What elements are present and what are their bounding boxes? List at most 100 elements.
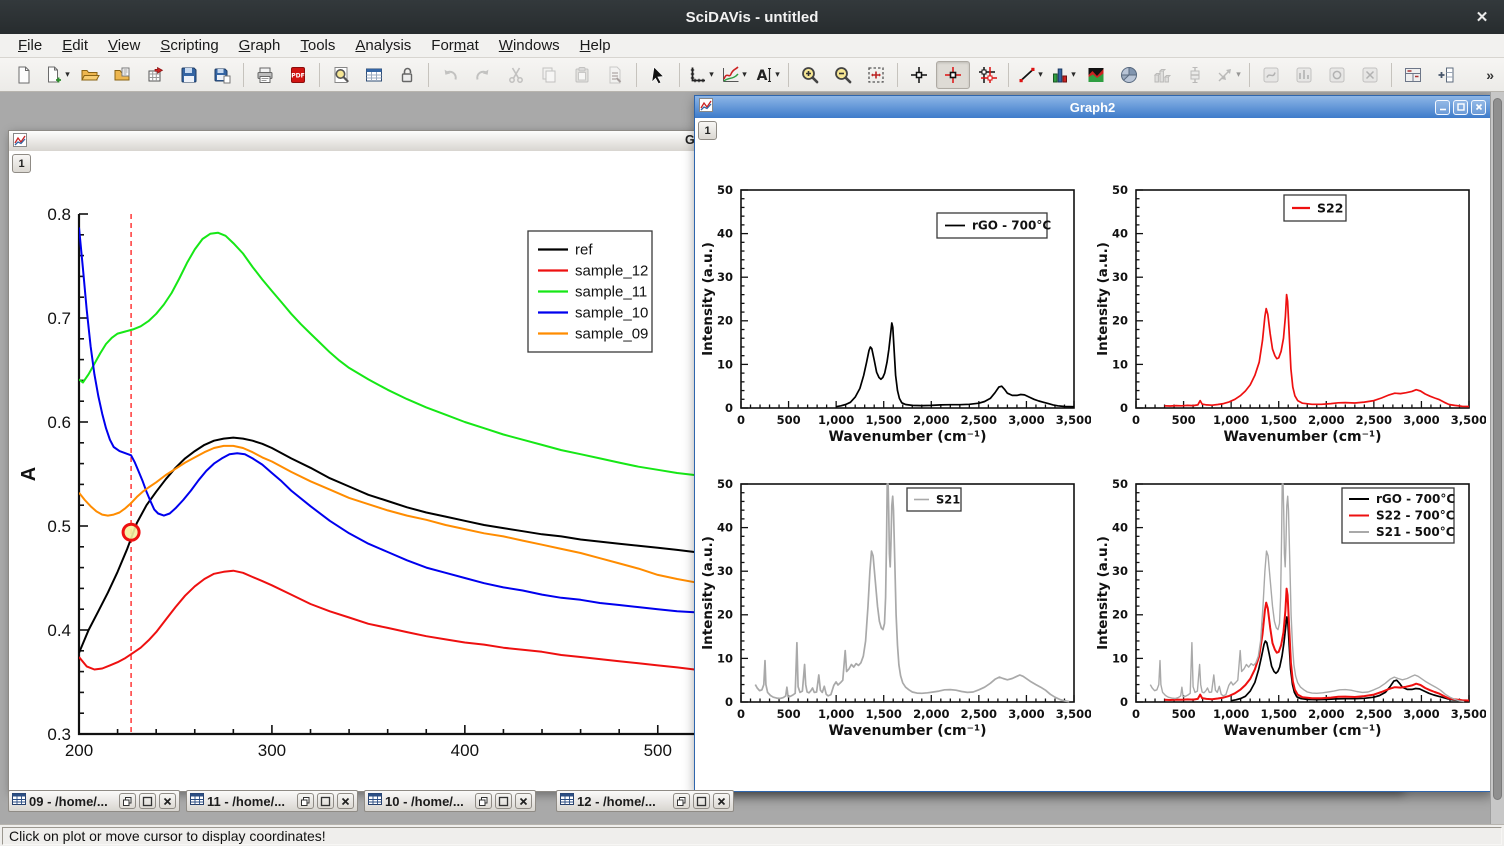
fit-function-button[interactable] (1321, 61, 1353, 89)
curve-style-button[interactable]: ▾ (718, 61, 750, 89)
legend[interactable]: S21 (907, 488, 961, 511)
draw-line-button[interactable]: ▾ (1014, 61, 1046, 89)
menu-view[interactable]: View (98, 35, 150, 56)
restore-button[interactable] (119, 793, 136, 809)
menu-graph[interactable]: Graph (229, 35, 291, 56)
restore-button[interactable] (475, 793, 492, 809)
plot-box-button[interactable] (1179, 61, 1211, 89)
rescale-to-show-all-button[interactable] (860, 61, 892, 89)
close-button[interactable] (337, 793, 354, 809)
close-button[interactable] (713, 793, 730, 809)
plot-3d-bars-button[interactable] (1146, 61, 1178, 89)
curve-ref[interactable] (79, 438, 694, 653)
curve-sample-09[interactable] (79, 446, 694, 582)
raman-plot-s22[interactable]: 05001,0001,5002,0002,5003,0003,500010203… (1096, 153, 1486, 453)
menu-tools[interactable]: Tools (290, 35, 345, 56)
graph1-layer-button[interactable]: 1 (12, 154, 31, 173)
open-template-button[interactable] (107, 61, 139, 89)
curve-s22[interactable] (1165, 295, 1470, 407)
zoom-in-button[interactable] (794, 61, 826, 89)
menu-scripting[interactable]: Scripting (150, 35, 228, 56)
close-button[interactable] (515, 793, 532, 809)
close-button[interactable] (1471, 100, 1486, 115)
curve-s21[interactable] (755, 484, 1069, 702)
add-column-button[interactable] (1430, 61, 1462, 89)
arrange-layers-button[interactable] (1397, 61, 1429, 89)
raman-plot-rgo[interactable]: 05001,0001,5002,0002,5003,0003,500010203… (701, 153, 1091, 453)
menu-analysis[interactable]: Analysis (345, 35, 421, 56)
duplicate-window-button[interactable] (358, 61, 390, 89)
maximize-button[interactable] (1453, 100, 1468, 115)
copy-selection-button[interactable] (533, 61, 565, 89)
save-template-button[interactable] (206, 61, 238, 89)
add-text-button[interactable]: A▾ (751, 61, 783, 89)
legend-label: sample_09 (575, 326, 648, 343)
data-reader-button[interactable] (936, 61, 970, 89)
maximize-button[interactable] (317, 793, 334, 809)
menu-help[interactable]: Help (570, 35, 621, 56)
save-project-button[interactable] (173, 61, 205, 89)
print-button[interactable] (249, 61, 281, 89)
toolbar-separator (1008, 63, 1009, 87)
new-window-button[interactable]: ▾ (41, 61, 73, 89)
menu-file[interactable]: File (8, 35, 52, 56)
maximize-button[interactable] (139, 793, 156, 809)
export-pdf-button[interactable]: PDF (282, 61, 314, 89)
minimized-window-1[interactable]: 09 - /home/... (8, 790, 180, 812)
uvvis-plot[interactable]: 2003004005000.30.40.50.60.70.8Arefsample… (9, 151, 695, 791)
minimized-window-4[interactable]: 12 - /home/... (556, 790, 734, 812)
find-window-button[interactable] (325, 61, 357, 89)
toolbar-overflow-button[interactable]: » (1486, 67, 1496, 83)
interpolate-button[interactable] (1255, 61, 1287, 89)
curve-rgo-700-c[interactable] (836, 323, 1074, 407)
menu-edit[interactable]: Edit (52, 35, 98, 56)
lock-toolbars-button[interactable] (391, 61, 423, 89)
curve-rgo-700-c[interactable] (1231, 617, 1469, 701)
plot-pie-button[interactable] (1113, 61, 1145, 89)
close-button[interactable] (159, 793, 176, 809)
menu-windows[interactable]: Windows (489, 35, 570, 56)
window-close-icon[interactable]: ✕ (1472, 7, 1492, 27)
correlate-button[interactable] (1354, 61, 1386, 89)
import-ascii-button[interactable] (140, 61, 172, 89)
raman-plot-s21[interactable]: 05001,0001,5002,0002,5003,0003,500010203… (701, 447, 1091, 747)
plot-area-button[interactable] (1080, 61, 1112, 89)
undo-button[interactable] (434, 61, 466, 89)
legend[interactable]: rGO - 700°C (937, 213, 1051, 238)
curve-sample-12[interactable] (79, 571, 694, 670)
curve-s22-700-c[interactable] (1165, 589, 1470, 701)
legend[interactable]: rGO - 700°CS22 - 700°CS21 - 500°C (1342, 488, 1455, 543)
minimized-window-2[interactable]: 11 - /home/... (186, 790, 358, 812)
scrollbar-thumb[interactable] (1493, 98, 1502, 800)
select-data-range-button[interactable] (971, 61, 1003, 89)
screen-reader-button[interactable] (903, 61, 935, 89)
graph2-layer-button[interactable]: 1 (698, 121, 717, 140)
legend[interactable]: S22 (1284, 195, 1346, 221)
restore-button[interactable] (673, 793, 690, 809)
add-layer-button[interactable]: ▾ (685, 61, 717, 89)
restore-button[interactable] (297, 793, 314, 809)
zoom-out-button[interactable] (827, 61, 859, 89)
fft-button[interactable] (1288, 61, 1320, 89)
import-ascii-icon (146, 65, 166, 85)
legend[interactable]: refsample_12sample_11sample_10sample_09 (528, 231, 652, 352)
select-pointer-button[interactable] (642, 61, 674, 89)
maximize-button[interactable] (693, 793, 710, 809)
plot-vectors-button[interactable]: ▾ (1212, 61, 1244, 89)
data-reader-marker[interactable] (123, 524, 139, 540)
plot-bars-button[interactable]: ▾ (1047, 61, 1079, 89)
maximize-button[interactable] (495, 793, 512, 809)
app-titlebar[interactable]: SciDAVis - untitled ✕ (0, 0, 1504, 34)
vertical-scrollbar[interactable] (1490, 92, 1504, 824)
cut-selection-button[interactable] (500, 61, 532, 89)
minimize-button[interactable] (1435, 100, 1450, 115)
menu-format[interactable]: Format (421, 35, 489, 56)
minimized-window-3[interactable]: 10 - /home/... (364, 790, 536, 812)
graph2-titlebar[interactable]: Graph2 (695, 96, 1490, 118)
open-project-button[interactable] (74, 61, 106, 89)
clear-selection-button[interactable] (599, 61, 631, 89)
new-project-button[interactable] (8, 61, 40, 89)
redo-button[interactable] (467, 61, 499, 89)
raman-plot-combined[interactable]: 05001,0001,5002,0002,5003,0003,500010203… (1096, 447, 1486, 747)
paste-selection-button[interactable] (566, 61, 598, 89)
